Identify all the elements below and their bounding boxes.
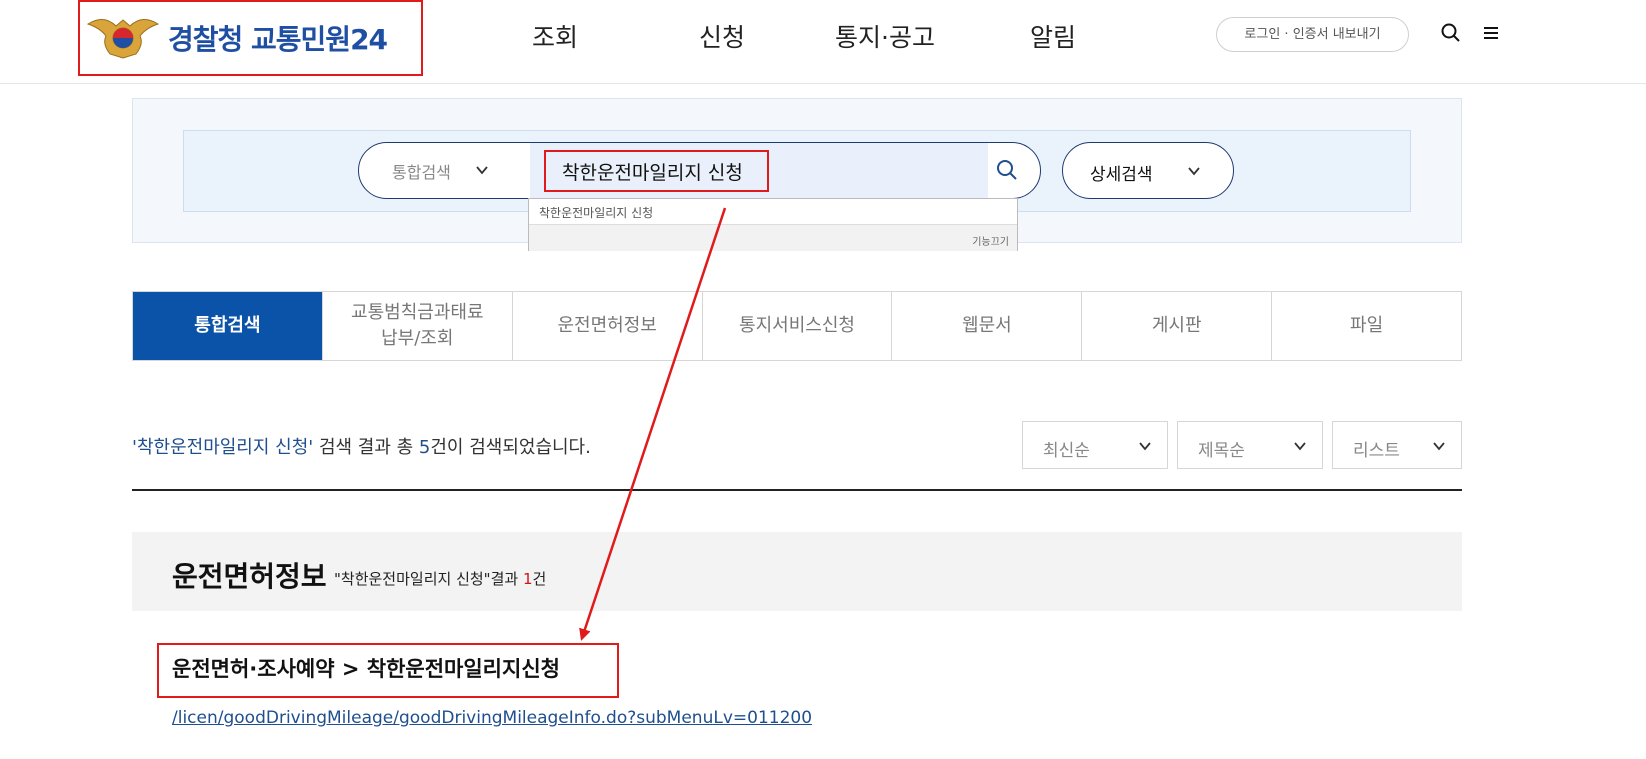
autocomplete-dropdown: 착한운전마일리지 신청 기능끄기 [528,198,1018,251]
search-icon[interactable] [1440,22,1462,44]
sort-select-title[interactable]: 제목순 [1177,421,1323,469]
detail-search-label: 상세검색 [1090,165,1153,185]
chevron-down-icon[interactable] [476,164,488,176]
category-count-suffix: 건 [532,570,547,588]
divider [132,489,1462,491]
tab-integrated[interactable]: 통합검색 [133,292,323,360]
nav-item-news[interactable]: 알림 [1030,18,1076,54]
tab-web-docs[interactable]: 웹문서 [892,292,1083,360]
autocomplete-item[interactable]: 착한운전마일리지 신청 [539,204,653,221]
chevron-down-icon [1188,167,1200,176]
sort-select-view[interactable]: 리스트 [1332,421,1462,469]
chevron-down-icon [1139,442,1151,451]
sort-select-latest[interactable]: 최신순 [1022,421,1168,469]
nav-item-apply[interactable]: 신청 [699,18,745,54]
site-logo[interactable]: 경찰청 교통민원24 [168,18,388,58]
category-header [132,532,1462,611]
result-tabs: 통합검색 교통범칙금과태료 납부/조회 운전면허정보 통지서비스신청 웹문서 게… [132,291,1462,361]
summary-text-end: 건이 검색되었습니다. [430,437,591,458]
sort-label: 리스트 [1353,441,1400,461]
search-submit-icon[interactable] [995,158,1019,182]
tab-license-info[interactable]: 운전면허정보 [512,292,703,360]
summary-query: '착한운전마일리지 신청' [132,437,314,458]
menu-icon[interactable] [1480,22,1502,44]
category-title: 운전면허정보 [172,560,327,593]
summary-text: 검색 결과 총 [313,437,419,458]
login-button[interactable]: 로그인 · 인증서 내보내기 [1216,17,1409,52]
category-count-prefix: "착한운전마일리지 신청"결과 [334,570,523,588]
sort-label: 최신순 [1043,441,1090,461]
search-query-text[interactable]: 착한운전마일리지 신청 [562,158,743,185]
chevron-down-icon [1294,442,1306,451]
result-title-link[interactable]: 운전면허·조사예약 > 착한운전마일리지신청 [172,653,560,683]
police-emblem-icon [86,19,160,59]
sort-label: 제목순 [1198,441,1245,461]
autocomplete-off-button[interactable]: 기능끄기 [972,233,1009,248]
tab-board[interactable]: 게시판 [1082,292,1273,360]
result-url-link[interactable]: /licen/goodDrivingMileage/goodDrivingMil… [172,708,812,728]
search-scope-select[interactable]: 통합검색 [392,159,451,183]
summary-count: 5 [418,437,431,458]
nav-item-inquiry[interactable]: 조회 [532,18,578,54]
result-summary: '착한운전마일리지 신청' 검색 결과 총 5건이 검색되었습니다. [132,433,591,459]
tab-fines[interactable]: 교통범칙금과태료 납부/조회 [322,292,513,360]
nav-item-notice[interactable]: 통지·공고 [835,18,935,54]
autocomplete-footer: 기능끄기 [529,224,1017,251]
category-count: "착한운전마일리지 신청"결과 1건 [334,568,546,589]
tab-notice-service[interactable]: 통지서비스신청 [702,292,893,360]
site-header: 경찰청 교통민원24 조회 신청 통지·공고 알림 로그인 · 인증서 내보내기 [0,0,1646,84]
chevron-down-icon [1433,442,1445,451]
tab-files[interactable]: 파일 [1272,292,1462,360]
